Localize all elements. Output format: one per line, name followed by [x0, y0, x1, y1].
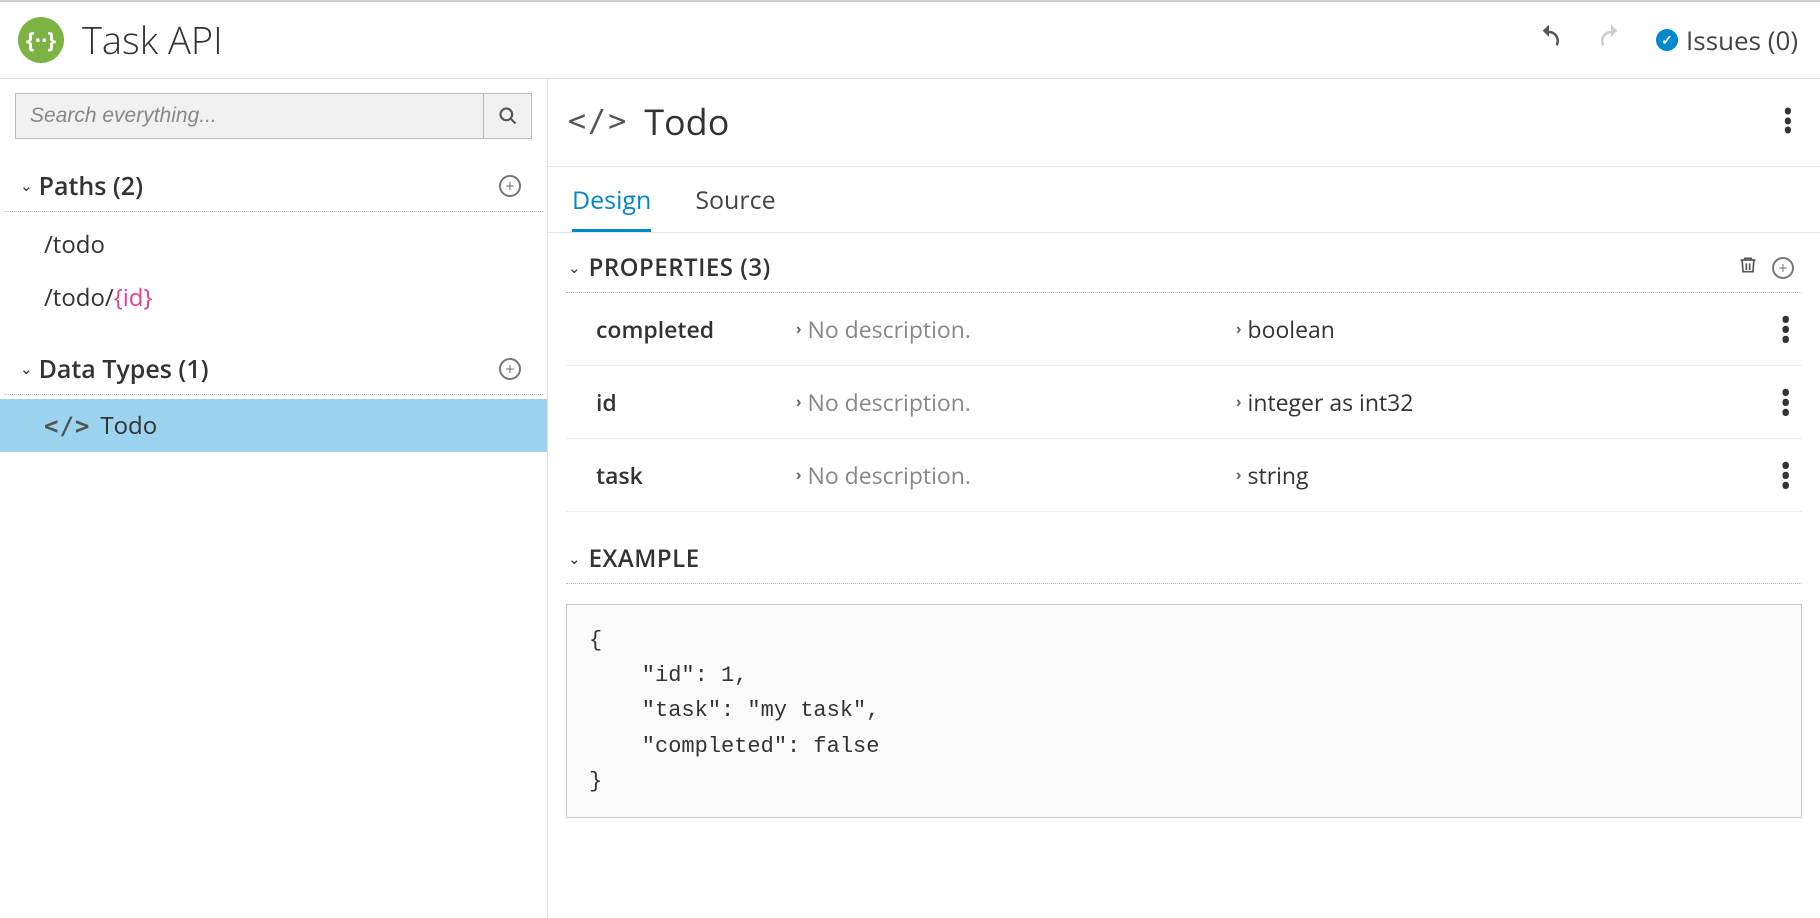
- example-section: ⌄ EXAMPLE { "id": 1, "task": "my task", …: [548, 512, 1820, 838]
- add-property-icon[interactable]: +: [1772, 257, 1794, 279]
- property-description: ›No description.: [796, 386, 1236, 418]
- property-menu-icon[interactable]: •••: [1781, 461, 1790, 489]
- chevron-right-icon: ›: [796, 465, 802, 485]
- tab-design[interactable]: Design: [572, 183, 651, 232]
- property-row[interactable]: task ›No description. ›string •••: [566, 439, 1802, 512]
- section-header-paths[interactable]: ⌄ Paths (2) +: [4, 159, 543, 212]
- paths-list: /todo /todo/{id}: [0, 212, 547, 342]
- chevron-right-icon: ›: [1236, 465, 1242, 485]
- content: </> Todo ••• Design Source ⌄ PROPERTIES …: [548, 79, 1820, 918]
- property-description: ›No description.: [796, 313, 1236, 345]
- search-icon[interactable]: [483, 94, 531, 138]
- content-title: Todo: [644, 97, 729, 146]
- tabs: Design Source: [548, 167, 1820, 233]
- chevron-right-icon: ›: [1236, 319, 1242, 339]
- property-menu-icon[interactable]: •••: [1781, 315, 1790, 343]
- example-title: EXAMPLE: [589, 542, 700, 575]
- topbar-left: {··} Task API: [18, 14, 223, 66]
- property-row[interactable]: id ›No description. ›integer as int32 ••…: [566, 366, 1802, 439]
- add-datatype-icon[interactable]: +: [499, 358, 521, 380]
- chevron-right-icon: ›: [1236, 392, 1242, 412]
- chevron-down-icon: ⌄: [568, 258, 581, 278]
- redo-icon[interactable]: [1594, 20, 1628, 61]
- topbar: {··} Task API ✓ Issues (0): [0, 2, 1820, 79]
- search-input[interactable]: [16, 94, 483, 138]
- section-title: Data Types (1): [39, 352, 209, 386]
- content-header: </> Todo •••: [548, 79, 1820, 167]
- chevron-down-icon: ⌄: [20, 359, 33, 379]
- section-title: Paths (2): [39, 169, 143, 203]
- trash-icon[interactable]: [1738, 253, 1758, 283]
- add-path-icon[interactable]: +: [499, 175, 521, 197]
- property-type: ›string: [1236, 459, 1781, 491]
- content-menu-icon[interactable]: •••: [1784, 108, 1792, 135]
- code-icon: </>: [44, 412, 90, 440]
- path-item-todo-id[interactable]: /todo/{id}: [0, 271, 547, 324]
- datatype-item-todo[interactable]: </>Todo: [0, 399, 547, 452]
- chevron-right-icon: ›: [796, 319, 802, 339]
- sidebar: ⌄ Paths (2) + /todo /todo/{id} ⌄ Data Ty…: [0, 79, 548, 918]
- chevron-down-icon: ⌄: [20, 176, 33, 196]
- properties-title: PROPERTIES (3): [589, 251, 771, 284]
- chevron-down-icon: ⌄: [568, 549, 581, 569]
- section-header-datatypes[interactable]: ⌄ Data Types (1) +: [4, 342, 543, 395]
- property-name: task: [596, 459, 796, 491]
- issues-button[interactable]: ✓ Issues (0): [1656, 22, 1798, 58]
- app-logo-icon: {··}: [18, 17, 64, 63]
- app-title: Task API: [82, 14, 223, 66]
- properties-section: ⌄ PROPERTIES (3) + completed ›No descrip…: [548, 233, 1820, 512]
- property-type: ›boolean: [1236, 313, 1781, 345]
- tab-source[interactable]: Source: [695, 183, 775, 232]
- path-item-todo[interactable]: /todo: [0, 218, 547, 271]
- datatypes-list: </>Todo: [0, 395, 547, 470]
- code-icon: </>: [568, 104, 628, 139]
- topbar-right: ✓ Issues (0): [1532, 20, 1798, 61]
- property-name: id: [596, 386, 796, 418]
- property-row[interactable]: completed ›No description. ›boolean •••: [566, 293, 1802, 366]
- property-menu-icon[interactable]: •••: [1781, 388, 1790, 416]
- chevron-right-icon: ›: [796, 392, 802, 412]
- undo-icon[interactable]: [1532, 20, 1566, 61]
- search-box: [15, 93, 532, 139]
- property-name: completed: [596, 313, 796, 345]
- property-type: ›integer as int32: [1236, 386, 1781, 418]
- issues-label: Issues (0): [1686, 22, 1798, 58]
- check-circle-icon: ✓: [1656, 29, 1678, 51]
- property-description: ›No description.: [796, 459, 1236, 491]
- example-code-block[interactable]: { "id": 1, "task": "my task", "completed…: [566, 604, 1802, 818]
